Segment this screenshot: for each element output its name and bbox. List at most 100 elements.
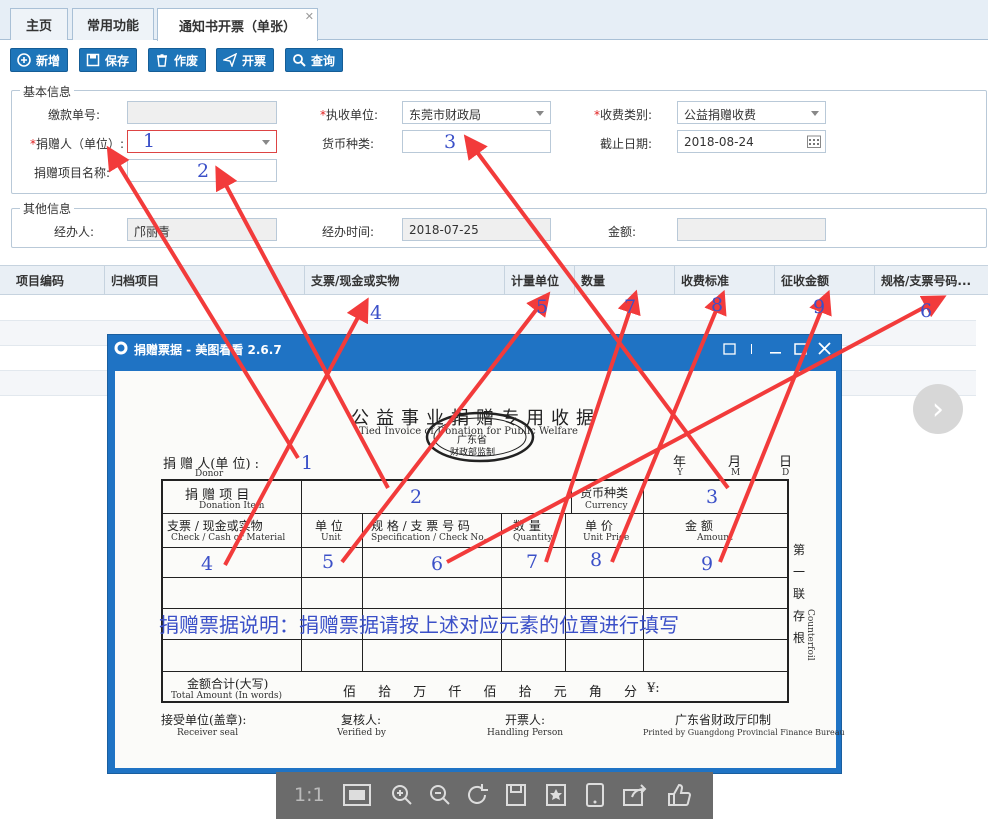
- separator-icon: [751, 344, 752, 354]
- rotate-icon[interactable]: [466, 782, 490, 808]
- chevron-right-icon: ›: [932, 391, 944, 427]
- tab-home[interactable]: 主页: [10, 8, 68, 40]
- receipt-year-en: Y: [677, 468, 683, 478]
- collector-select[interactable]: 东莞市财政局: [402, 101, 551, 124]
- save-image-icon[interactable]: [504, 782, 528, 808]
- fullscreen-icon[interactable]: [723, 343, 736, 355]
- tablet-icon[interactable]: [583, 782, 607, 808]
- receipt-day-en: D: [782, 468, 790, 478]
- receipt-yen: ¥:: [647, 681, 660, 696]
- tab-close-icon[interactable]: ✕: [305, 10, 314, 23]
- receipt-stub-en: Counterfoil: [805, 609, 815, 661]
- annotation-number: 9: [701, 553, 714, 575]
- receipt-line: [643, 479, 644, 671]
- issue-button-label: 开票: [242, 53, 267, 68]
- query-button[interactable]: 查询: [285, 48, 343, 72]
- column-header-collected-amount[interactable]: 征收金额: [775, 266, 875, 294]
- floppy-icon: [86, 53, 100, 67]
- image-viewer-window: 捐赠票据 - 美图看看 2.6.7 公益事业捐赠专用收据 Tied Invoic…: [107, 334, 845, 774]
- maximize-icon[interactable]: [794, 343, 807, 355]
- like-icon[interactable]: [666, 782, 692, 808]
- currency-label: 货币种类:: [321, 137, 374, 151]
- annotation-number: 9: [813, 296, 826, 318]
- receipt-seal-text: 财政部监制: [450, 448, 496, 458]
- receipt-check-label: 支票 / 现金或实物: [167, 519, 263, 533]
- handler-label: 经办人:: [53, 225, 94, 239]
- receipt-unit-label: 单 位: [315, 519, 343, 533]
- void-button-label: 作废: [174, 53, 199, 68]
- calendar-icon[interactable]: [807, 135, 821, 148]
- annotation-number: 6: [431, 553, 444, 575]
- fit-window-icon[interactable]: [342, 782, 372, 808]
- annotation-number: 7: [624, 296, 637, 318]
- annotation-number: 5: [322, 551, 335, 573]
- collector-value: 东莞市财政局: [409, 108, 482, 122]
- receipt-line: [787, 479, 789, 703]
- project-label: 捐赠项目名称:: [33, 166, 110, 180]
- receipt-handler-en: Handling Person: [487, 728, 564, 738]
- add-button-label: 新增: [36, 53, 61, 68]
- annotation-number: 8: [590, 549, 603, 571]
- collector-label-text: 执收单位:: [325, 108, 378, 122]
- next-image-button[interactable]: ›: [913, 384, 963, 434]
- receipt-total-units: 佰 拾 万 仟 佰 拾 元 角 分: [343, 685, 638, 700]
- tab-notice-invoice[interactable]: 通知书开票（单张） ✕: [157, 8, 318, 41]
- table-row[interactable]: [0, 296, 976, 321]
- save-button[interactable]: 保存: [79, 48, 137, 72]
- annotation-number: 8: [711, 294, 724, 316]
- amount-field[interactable]: [677, 218, 826, 241]
- receipt-line: [161, 547, 789, 548]
- payment-no-field[interactable]: [127, 101, 277, 124]
- annotation-number: 3: [444, 131, 457, 153]
- column-header-item-code[interactable]: 项目编码: [10, 266, 105, 294]
- currency-field[interactable]: [402, 130, 551, 153]
- receipt-qty-label: 数 量: [513, 519, 541, 533]
- fee-type-select[interactable]: 公益捐赠收费: [677, 101, 826, 124]
- viewer-toolbar: 1:1: [276, 772, 713, 819]
- tab-common[interactable]: 常用功能: [72, 8, 154, 40]
- collector-label: *执收单位:: [319, 108, 378, 122]
- column-header-check-cash[interactable]: 支票/现金或实物: [305, 266, 505, 294]
- fee-type-value: 公益捐赠收费: [684, 108, 757, 122]
- handle-time-field[interactable]: 2018-07-25: [402, 218, 551, 241]
- donor-label: *捐赠人（单位）:: [29, 137, 124, 151]
- receipt-line: [161, 639, 789, 640]
- column-header-unit[interactable]: 计量单位: [505, 266, 575, 294]
- zoom-out-icon[interactable]: [428, 782, 452, 808]
- receipt-price-en: Unit Price: [583, 533, 630, 543]
- column-header-spec-check-no[interactable]: 规格/支票号码...: [875, 266, 988, 294]
- minimize-icon[interactable]: [769, 343, 782, 355]
- annotation-number: 3: [706, 486, 719, 508]
- add-button[interactable]: 新增: [10, 48, 68, 72]
- deadline-datepicker[interactable]: 2018-08-24: [677, 130, 826, 153]
- share-icon[interactable]: [622, 782, 648, 808]
- donation-receipt-image: 公益事业捐赠专用收据 Tied Invoice of Donation for …: [115, 371, 845, 768]
- chevron-down-icon: [262, 140, 270, 145]
- chevron-down-icon: [536, 111, 544, 116]
- bookmark-icon[interactable]: [544, 782, 568, 808]
- receipt-receiver-en: Receiver seal: [177, 728, 239, 738]
- zoom-in-icon[interactable]: [390, 782, 414, 808]
- issue-button[interactable]: 开票: [216, 48, 274, 72]
- query-button-label: 查询: [311, 53, 336, 68]
- void-button[interactable]: 作废: [148, 48, 206, 72]
- receipt-month-en: M: [731, 468, 741, 478]
- viewer-title: 捐赠票据 - 美图看看 2.6.7: [134, 342, 282, 357]
- app-logo-icon: [114, 341, 128, 355]
- basic-info-legend: 基本信息: [20, 83, 75, 100]
- column-header-archive-item[interactable]: 归档项目: [105, 266, 305, 294]
- receipt-province: 广东省: [457, 435, 487, 446]
- receipt-spec-en: Specification / Check No.: [371, 533, 487, 543]
- payment-no-label: 缴款单号:: [47, 108, 100, 122]
- handler-field[interactable]: 邝丽青: [127, 218, 277, 241]
- column-header-fee-standard[interactable]: 收费标准: [675, 266, 775, 294]
- tab-bar: 主页 常用功能 通知书开票（单张） ✕: [0, 0, 988, 41]
- receipt-verifier-label: 复核人:: [341, 713, 382, 727]
- column-header-quantity[interactable]: 数量: [575, 266, 675, 294]
- annotation-number: 6: [920, 300, 933, 322]
- receipt-check-en: Check / Cash or Material: [171, 533, 286, 543]
- receipt-line: [161, 479, 163, 703]
- actual-size-button[interactable]: 1:1: [294, 784, 325, 806]
- receipt-unit-en: Unit: [321, 533, 341, 543]
- close-icon[interactable]: [818, 342, 831, 355]
